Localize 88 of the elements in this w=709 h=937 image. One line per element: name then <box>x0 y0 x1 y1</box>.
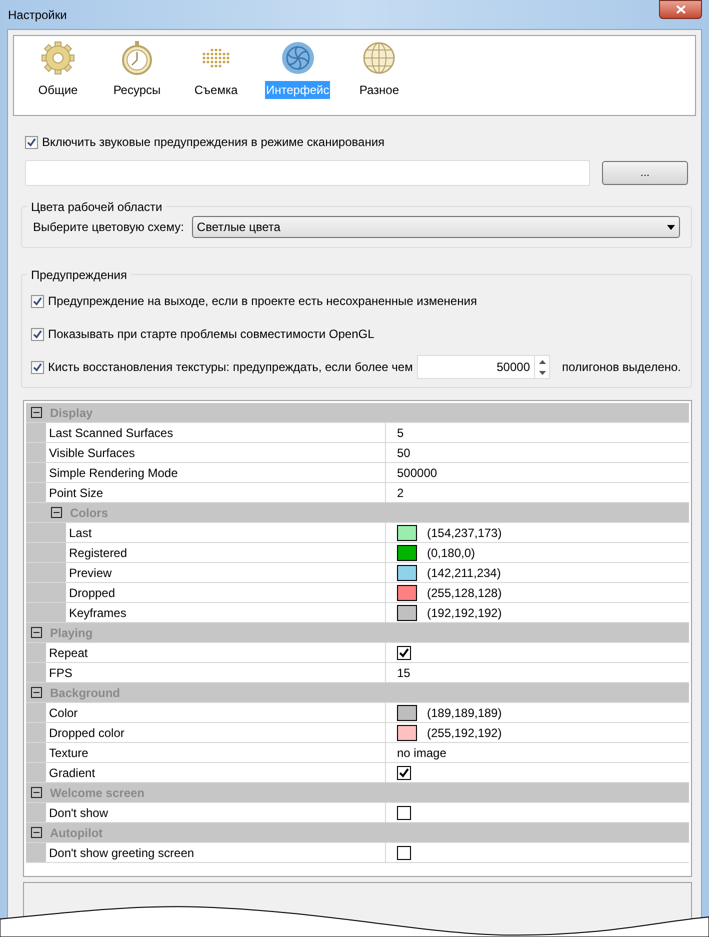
window-title: Настройки <box>7 6 67 24</box>
property-name: Preview <box>66 563 386 582</box>
checkbox[interactable] <box>31 294 44 308</box>
down-arrow-icon[interactable] <box>538 370 546 374</box>
property-value: 5 <box>397 424 404 442</box>
category-tab[interactable]: Ресурсы <box>107 40 167 99</box>
row-gutter <box>26 563 66 582</box>
property-name: Don't show greeting screen <box>46 843 386 862</box>
spinbox-suffix: полигонов выделено. <box>562 359 681 376</box>
property-name: Simple Rendering Mode <box>46 463 386 482</box>
polygon-count-spinbox[interactable]: 50000 <box>417 355 550 379</box>
color-swatch[interactable] <box>397 604 417 620</box>
row-gutter <box>26 443 46 462</box>
group-header: Colors <box>70 504 108 522</box>
row-gutter <box>26 723 46 742</box>
property-name: Point Size <box>46 483 386 502</box>
color-swatch[interactable] <box>397 704 417 720</box>
collapse-icon[interactable] <box>31 687 42 698</box>
up-arrow-icon[interactable] <box>538 360 546 364</box>
property-name: Don't show <box>46 803 386 822</box>
checkbox-label: Включить звуковые предупреждения в режиме сканирования <box>42 134 385 151</box>
color-scheme-dropdown[interactable]: Светлые цвета <box>192 216 680 238</box>
property-value: 50 <box>397 444 410 462</box>
checkbox-label: Предупреждение на выходе, если в проекте есть несохраненные изменения <box>48 293 477 310</box>
category-tab[interactable]: Разное <box>349 40 410 99</box>
property-value: (255,192,192) <box>427 724 502 742</box>
browse-button[interactable]: ... <box>602 161 688 185</box>
color-swatch[interactable] <box>397 584 417 600</box>
gear-icon <box>40 40 76 76</box>
property-value: no image <box>397 744 446 762</box>
row-gutter <box>26 543 66 562</box>
checkbox[interactable] <box>31 360 44 374</box>
property-name: Registered <box>66 543 386 562</box>
property-value: 15 <box>397 664 410 682</box>
property-name: Gradient <box>46 763 386 782</box>
checkbox[interactable] <box>397 846 411 860</box>
property-value: (255,128,128) <box>427 584 502 602</box>
color-swatch[interactable] <box>397 544 417 560</box>
property-value: (154,237,173) <box>427 524 502 542</box>
color-swatch[interactable] <box>397 564 417 580</box>
checkbox[interactable] <box>397 806 411 820</box>
checkbox[interactable] <box>31 328 44 340</box>
field-label: Выберите цветовую схему: <box>33 219 184 236</box>
close-icon <box>676 5 686 14</box>
property-value: (142,211,234) <box>427 564 501 582</box>
aperture-icon <box>280 40 316 76</box>
category-tab[interactable]: Общие <box>28 40 88 99</box>
checkbox[interactable] <box>397 646 411 660</box>
property-name: Visible Surfaces <box>46 443 386 462</box>
collapse-icon[interactable] <box>31 787 42 798</box>
property-name: Keyframes <box>66 603 386 622</box>
group-header: Autopilot <box>50 824 103 842</box>
checkbox-label: Кисть восстановления текстуры: предупреждать, если более чем <box>48 359 413 376</box>
checkbox[interactable] <box>25 136 38 148</box>
property-value: (0,180,0) <box>427 544 476 562</box>
property-value: (192,192,192) <box>427 604 502 622</box>
collapse-icon[interactable] <box>31 627 42 638</box>
property-name: Repeat <box>46 643 386 662</box>
collapse-icon[interactable] <box>51 507 62 518</box>
property-name: Dropped <box>66 583 386 602</box>
color-swatch[interactable] <box>397 524 417 540</box>
color-swatch[interactable] <box>397 724 417 740</box>
property-name: Last Scanned Surfaces <box>46 423 386 442</box>
property-name: Last <box>66 523 386 542</box>
row-gutter <box>26 583 66 602</box>
group-header: Playing <box>50 624 93 642</box>
caret-icon <box>667 224 675 230</box>
group-header: Display <box>50 404 93 422</box>
collapse-icon[interactable] <box>31 407 42 418</box>
property-name: FPS <box>46 663 386 682</box>
property-name: Dropped color <box>46 723 386 742</box>
property-value: (189,189,189) <box>427 704 502 722</box>
globe-icon <box>361 40 398 76</box>
file-path-field[interactable] <box>25 160 590 186</box>
group-header: Welcome screen <box>50 784 144 802</box>
checkbox-label: Показывать при старте проблемы совместимости OpenGL <box>48 326 374 343</box>
checkbox[interactable] <box>397 766 411 780</box>
property-name: Color <box>46 703 386 722</box>
property-value: 500000 <box>397 464 438 482</box>
property-name: Texture <box>46 743 386 762</box>
group-header: Background <box>50 684 120 702</box>
property-value: 2 <box>397 484 404 502</box>
category-tab[interactable]: Съемка <box>186 40 246 99</box>
collapse-icon[interactable] <box>31 827 42 838</box>
row-gutter <box>26 743 46 762</box>
close-button[interactable] <box>659 0 702 19</box>
stopwatch-icon <box>119 40 155 76</box>
row-gutter <box>26 463 46 482</box>
